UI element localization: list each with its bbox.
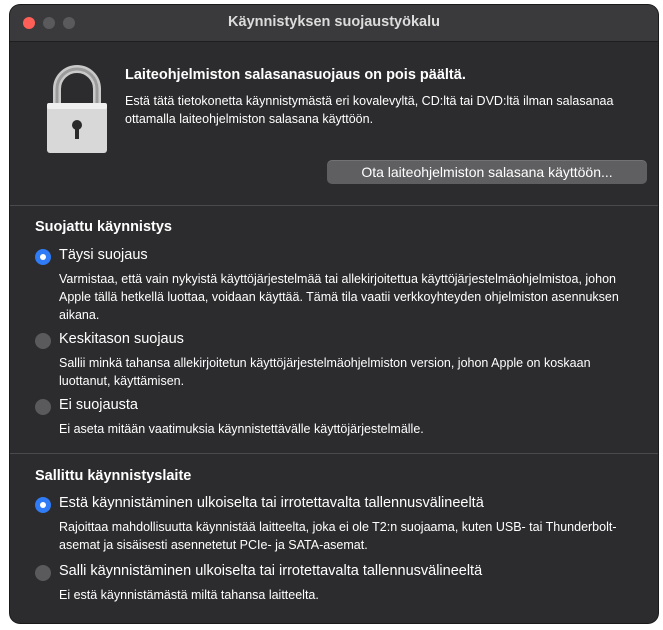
option-description: Rajoittaa mahdollisuutta käynnistää lait… xyxy=(59,520,617,552)
radio-button[interactable] xyxy=(35,249,51,265)
enable-firmware-password-button[interactable]: Ota laiteohjelmiston salasana käyttöön..… xyxy=(327,160,647,184)
title-bar: Käynnistyksen suojaustyökalu xyxy=(10,5,658,42)
radio-button[interactable] xyxy=(35,333,51,349)
option-label: Täysi suojaus xyxy=(59,247,148,263)
option-description: Ei estä käynnistämästä miltä tahansa lai… xyxy=(59,588,319,602)
secure-boot-heading: Suojattu käynnistys xyxy=(35,219,172,235)
firmware-status-heading: Laiteohjelmiston salasanasuojaus on pois… xyxy=(125,67,466,83)
radio-button[interactable] xyxy=(35,399,51,415)
lock-icon xyxy=(47,65,107,153)
option-label: Ei suojausta xyxy=(59,397,138,413)
radio-button[interactable] xyxy=(35,565,51,581)
allowed-boot-media-heading: Sallittu käynnistyslaite xyxy=(35,468,192,484)
firmware-description: Estä tätä tietokonetta käynnistymästä er… xyxy=(125,94,614,126)
option-description: Varmistaa, että vain nykyistä käyttöjärj… xyxy=(59,272,619,322)
section-divider xyxy=(10,453,658,454)
option-description: Ei aseta mitään vaatimuksia käynnistettä… xyxy=(59,422,424,436)
radio-button[interactable] xyxy=(35,497,51,513)
option-label: Salli käynnistäminen ulkoiselta tai irro… xyxy=(59,563,483,579)
window-title: Käynnistyksen suojaustyökalu xyxy=(228,14,440,30)
option-description: Sallii minkä tahansa allekirjoitetun käy… xyxy=(59,356,591,388)
option-label: Keskitason suojaus xyxy=(59,331,184,347)
startup-security-window: Käynnistyksen suojaustyökalu Laiteohjelm… xyxy=(10,5,658,623)
option-label: Estä käynnistäminen ulkoiselta tai irrot… xyxy=(59,495,484,511)
section-divider xyxy=(10,205,658,206)
